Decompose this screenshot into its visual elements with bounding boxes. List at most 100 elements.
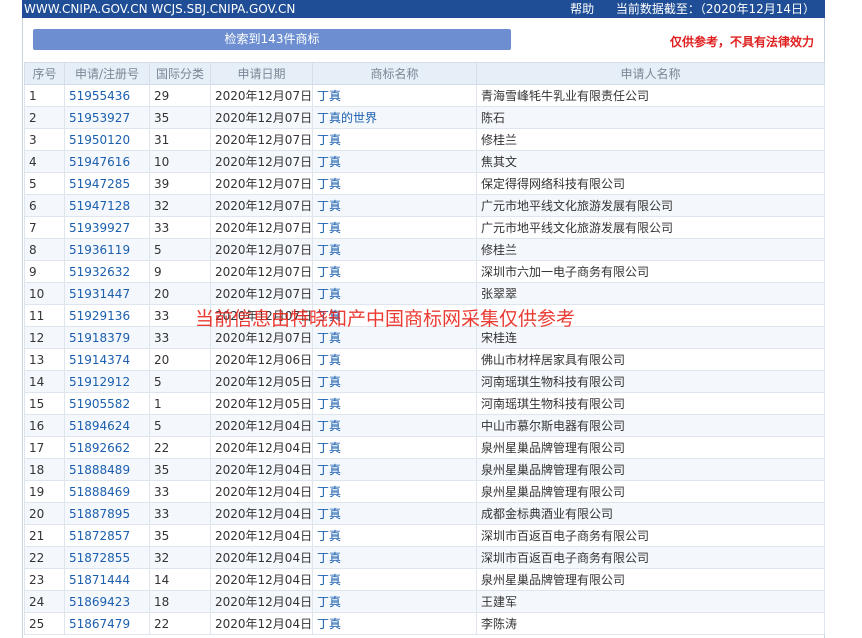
trademark-link[interactable]: 丁真 <box>312 436 477 459</box>
table-row: 15 51905582 1 2020年12月05日 丁真 河南瑶琪生物科技有限公司 <box>24 392 825 415</box>
reg-number-link[interactable]: 51888489 <box>64 458 150 481</box>
trademark-link[interactable]: 丁真 <box>312 458 477 481</box>
trademark-link[interactable]: 丁真 <box>312 260 477 283</box>
date-cell: 2020年12月07日 <box>210 282 313 305</box>
reg-number-link[interactable]: 51947285 <box>64 172 150 195</box>
class-cell: 5 <box>149 414 211 437</box>
top-bar: WWW.CNIPA.GOV.CN WCJS.SBJ.CNIPA.GOV.CN 帮… <box>22 0 825 18</box>
table-row: 7 51939927 33 2020年12月07日 丁真 广元市地平线文化旅游发展有限公司 <box>24 216 825 239</box>
reg-number-link[interactable]: 51939927 <box>64 216 150 239</box>
date-cell: 2020年12月04日 <box>210 546 313 569</box>
row-index: 7 <box>24 216 65 239</box>
trademark-link[interactable]: 丁真 <box>312 392 477 415</box>
reg-number-link[interactable]: 51867479 <box>64 612 150 635</box>
trademark-link[interactable]: 丁真 <box>312 326 477 349</box>
reg-number-link[interactable]: 51912912 <box>64 370 150 393</box>
trademark-link[interactable]: 丁真 <box>312 568 477 591</box>
table-row: 6 51947128 32 2020年12月07日 丁真 广元市地平线文化旅游发展有限公司 <box>24 194 825 217</box>
trademark-link[interactable]: 丁真 <box>312 590 477 613</box>
row-index: 1 <box>24 84 65 107</box>
reg-number-link[interactable]: 51932632 <box>64 260 150 283</box>
class-cell: 10 <box>149 150 211 173</box>
applicant-cell: 河南瑶琪生物科技有限公司 <box>476 370 825 393</box>
row-index: 2 <box>24 106 65 129</box>
reg-number-link[interactable]: 51869423 <box>64 590 150 613</box>
class-cell: 14 <box>149 568 211 591</box>
result-count-bar: 检索到143件商标 <box>33 29 511 50</box>
trademark-link[interactable]: 丁真 <box>312 238 477 261</box>
reg-number-link[interactable]: 51887895 <box>64 502 150 525</box>
row-index: 18 <box>24 458 65 481</box>
table-row: 8 51936119 5 2020年12月07日 丁真 修桂兰 <box>24 238 825 261</box>
disclaimer-text: 仅供参考，不具有法律效力 <box>670 35 815 49</box>
trademark-link[interactable]: 丁真 <box>312 480 477 503</box>
trademark-link[interactable]: 丁真 <box>312 524 477 547</box>
trademark-link[interactable]: 丁真 <box>312 84 477 107</box>
reg-number-link[interactable]: 51955436 <box>64 84 150 107</box>
reg-number-link[interactable]: 51931447 <box>64 282 150 305</box>
row-index: 6 <box>24 194 65 217</box>
class-cell: 33 <box>149 304 211 327</box>
data-date-label: 当前数据截至：（2020年12月14日） <box>615 2 815 16</box>
date-cell: 2020年12月04日 <box>210 414 313 437</box>
applicant-cell: 泉州星巢品牌管理有限公司 <box>476 458 825 481</box>
row-index: 19 <box>24 480 65 503</box>
reg-number-link[interactable]: 51914374 <box>64 348 150 371</box>
reg-number-link[interactable]: 51929136 <box>64 304 150 327</box>
reg-number-link[interactable]: 51894624 <box>64 414 150 437</box>
reg-number-link[interactable]: 51888469 <box>64 480 150 503</box>
reg-number-link[interactable]: 51947616 <box>64 150 150 173</box>
reg-number-link[interactable]: 51918379 <box>64 326 150 349</box>
class-cell: 18 <box>149 590 211 613</box>
table-row: 24 51869423 18 2020年12月04日 丁真 王建军 <box>24 590 825 613</box>
row-index: 9 <box>24 260 65 283</box>
class-cell: 22 <box>149 612 211 635</box>
date-cell: 2020年12月05日 <box>210 370 313 393</box>
applicant-cell: 泉州星巢品牌管理有限公司 <box>476 480 825 503</box>
trademark-link[interactable]: 丁真 <box>312 150 477 173</box>
reg-number-link[interactable]: 51892662 <box>64 436 150 459</box>
date-cell: 2020年12月07日 <box>210 238 313 261</box>
table-row: 4 51947616 10 2020年12月07日 丁真 焦其文 <box>24 150 825 173</box>
class-cell: 33 <box>149 216 211 239</box>
reg-number-link[interactable]: 51950120 <box>64 128 150 151</box>
row-index: 12 <box>24 326 65 349</box>
trademark-link[interactable]: 丁真 <box>312 348 477 371</box>
date-cell: 2020年12月04日 <box>210 502 313 525</box>
trademark-link[interactable]: 丁真 <box>312 194 477 217</box>
date-cell: 2020年12月04日 <box>210 458 313 481</box>
row-index: 23 <box>24 568 65 591</box>
trademark-link[interactable]: 丁真 <box>312 216 477 239</box>
applicant-cell: 修桂兰 <box>476 128 825 151</box>
trademark-link[interactable]: 丁真 <box>312 304 477 327</box>
help-link[interactable]: 帮助 <box>570 2 594 16</box>
trademark-link[interactable]: 丁真 <box>312 502 477 525</box>
row-index: 14 <box>24 370 65 393</box>
trademark-link[interactable]: 丁真 <box>312 282 477 305</box>
reg-number-link[interactable]: 51947128 <box>64 194 150 217</box>
reg-number-link[interactable]: 51953927 <box>64 106 150 129</box>
date-cell: 2020年12月05日 <box>210 392 313 415</box>
table-row: 5 51947285 39 2020年12月07日 丁真 保定得得网络科技有限公司 <box>24 172 825 195</box>
trademark-link[interactable]: 丁真的世界 <box>312 106 477 129</box>
reg-number-link[interactable]: 51871444 <box>64 568 150 591</box>
applicant-cell: 陈石 <box>476 106 825 129</box>
trademark-link[interactable]: 丁真 <box>312 414 477 437</box>
class-cell: 29 <box>149 84 211 107</box>
row-index: 11 <box>24 304 65 327</box>
reg-number-link[interactable]: 51872857 <box>64 524 150 547</box>
trademark-link[interactable]: 丁真 <box>312 546 477 569</box>
applicant-cell: 修桂兰 <box>476 238 825 261</box>
col-header-reg-number: 申请/注册号 <box>64 62 150 85</box>
trademark-link[interactable]: 丁真 <box>312 172 477 195</box>
trademark-link[interactable]: 丁真 <box>312 128 477 151</box>
reg-number-link[interactable]: 51936119 <box>64 238 150 261</box>
reg-number-link[interactable]: 51905582 <box>64 392 150 415</box>
reg-number-link[interactable]: 51872855 <box>64 546 150 569</box>
row-index: 24 <box>24 590 65 613</box>
trademark-link[interactable]: 丁真 <box>312 370 477 393</box>
table-row: 20 51887895 33 2020年12月04日 丁真 成都金标典酒业有限公司 <box>24 502 825 525</box>
row-index: 25 <box>24 612 65 635</box>
trademark-link[interactable]: 丁真 <box>312 612 477 635</box>
date-cell: 2020年12月06日 <box>210 348 313 371</box>
